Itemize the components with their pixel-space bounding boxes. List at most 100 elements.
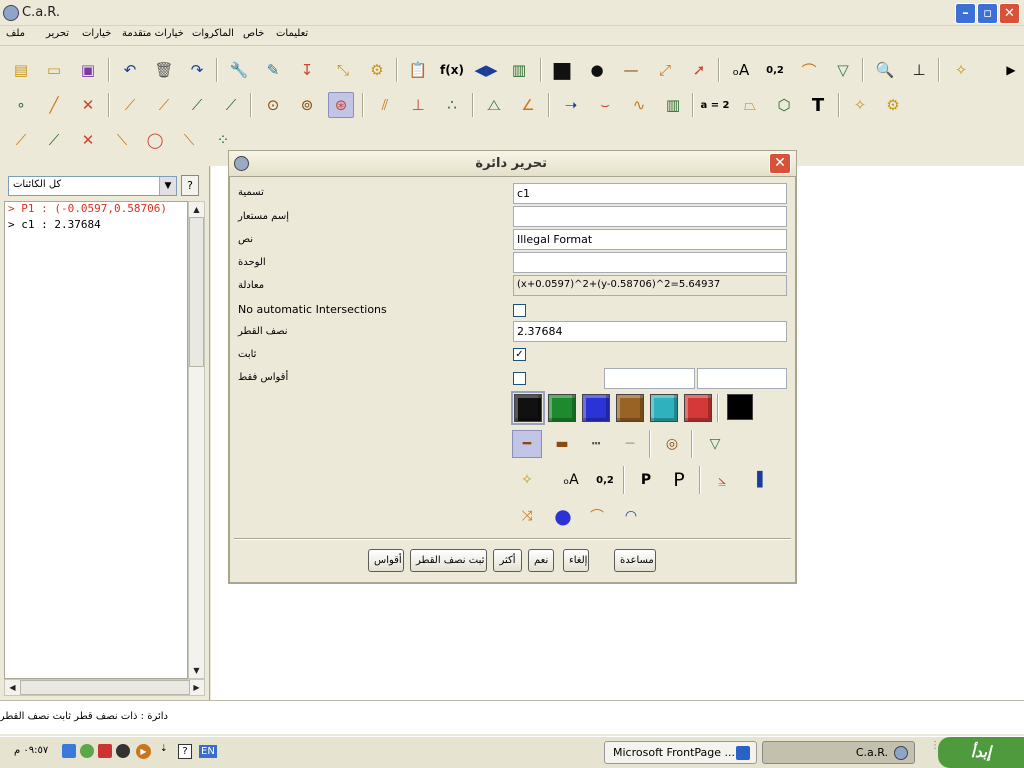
bar-icon[interactable]: ▐ (742, 466, 772, 494)
perpendicular-icon[interactable]: ⊥ (405, 92, 431, 118)
text-tool-icon[interactable]: T (805, 92, 831, 118)
line-normal-icon[interactable]: ━ (512, 430, 542, 458)
scroll-thumb[interactable] (20, 680, 190, 695)
maximize-button[interactable]: ▫ (977, 3, 998, 24)
show-value-icon[interactable]: 0,2 (590, 466, 620, 494)
sort-icon[interactable]: ↧ (294, 57, 320, 83)
menu-help[interactable]: تعليمات (276, 28, 308, 39)
chevron-down-icon[interactable]: ▼ (159, 177, 176, 195)
ray-icon[interactable]: ➚ (686, 57, 712, 83)
color-swatch-brown[interactable] (616, 394, 644, 422)
zoom-icon[interactable]: 🔍 (872, 57, 898, 83)
delete-icon[interactable]: 🗑 (151, 57, 177, 83)
point-icon[interactable]: ● (584, 57, 610, 83)
half-circle-icon[interactable]: ◠ (616, 502, 646, 530)
arc-icon[interactable]: ⌒ (796, 57, 822, 83)
hide-icon[interactable]: ▽ (700, 430, 730, 458)
vector-icon[interactable]: ➝ (558, 92, 584, 118)
color-swatch-blue[interactable] (582, 394, 610, 422)
show-label-icon[interactable]: ₒA (556, 466, 586, 494)
move-icon[interactable]: ⤡ (330, 57, 356, 83)
curve-icon[interactable]: ⌣ (592, 92, 618, 118)
fixed-circle-icon[interactable]: ⊛ (328, 92, 354, 118)
arcs-only-checkbox[interactable] (513, 372, 526, 385)
value-icon[interactable]: 0,2 (762, 57, 788, 83)
name-field[interactable]: c1 (513, 183, 787, 204)
film-icon[interactable]: ▥ (506, 57, 532, 83)
lang-bar-arrow-icon[interactable]: ⇣ (160, 744, 170, 760)
ok-button[interactable]: نعم (528, 549, 554, 572)
menu-options[interactable]: خيارات (82, 28, 111, 39)
gear-icon[interactable]: ⚙ (880, 92, 906, 118)
shield-icon[interactable] (98, 744, 112, 758)
black-square-icon[interactable]: ■ (549, 57, 575, 83)
locus-icon[interactable]: ∿ (626, 92, 652, 118)
circle-tool-icon[interactable]: ⊙ (260, 92, 286, 118)
cross-lines-icon[interactable]: ✕ (75, 127, 101, 153)
tangent-icon[interactable]: ⟍ (176, 127, 202, 153)
wand-option-icon[interactable]: ✧ (512, 466, 542, 494)
minimize-button[interactable]: – (955, 3, 976, 24)
triangle-icon[interactable]: ▽ (830, 57, 856, 83)
area-icon[interactable]: ⏢ (737, 92, 763, 118)
large-font-icon[interactable]: P (664, 466, 694, 494)
scroll-thumb[interactable] (189, 217, 204, 367)
security-icon[interactable] (80, 744, 94, 758)
dialog-close-button[interactable]: ✕ (769, 153, 791, 174)
scroll-down-icon[interactable]: ▼ (189, 663, 204, 678)
color-swatch-black[interactable] (511, 391, 545, 425)
arc-end-field[interactable] (697, 368, 787, 389)
filled-circle-icon[interactable]: ● (548, 502, 578, 530)
fix-radius-button[interactable]: ثبت نصف القطر (410, 549, 487, 572)
partial-arc-icon[interactable]: ⌒ (582, 502, 612, 530)
start-button[interactable]: إبدأ (938, 737, 1024, 768)
paint-icon[interactable]: ✎ (260, 57, 286, 83)
new-file-icon[interactable]: ▤ (8, 57, 34, 83)
animation-icon[interactable]: ▥ (660, 92, 686, 118)
intersection-icon[interactable]: ✕ (75, 92, 101, 118)
globe-icon[interactable] (116, 744, 130, 758)
redo-icon[interactable]: ↷ (184, 57, 210, 83)
function-icon[interactable]: f(x) (439, 57, 465, 83)
line-thin-icon[interactable]: ─ (615, 430, 645, 458)
reflect-line-icon[interactable]: ⟋ (8, 127, 34, 153)
help-tray-icon[interactable]: ? (178, 744, 192, 759)
obtuse-icon[interactable]: ⦥ (707, 466, 737, 494)
object-filter-select[interactable]: كل الكائنات (8, 176, 177, 196)
expand-tray-icon[interactable]: ▶ (136, 744, 151, 759)
polygon-icon[interactable]: ⧍ (481, 92, 507, 118)
circle-center-icon[interactable]: ◯ (142, 127, 168, 153)
segment-icon[interactable]: ⤢ (652, 57, 678, 83)
menu-file[interactable]: ملف (6, 28, 25, 39)
unit-field[interactable] (513, 252, 787, 273)
scroll-left-icon[interactable]: ◀ (5, 680, 20, 695)
wrench-icon[interactable]: 🔧 (226, 57, 252, 83)
network-icon[interactable] (62, 744, 76, 758)
reflect-icon[interactable]: ◀▶ (473, 57, 499, 83)
bisector-icon[interactable]: ⟍ (109, 127, 135, 153)
scroll-right-icon[interactable]: ▶ (189, 680, 204, 695)
menu-advanced[interactable]: خيارات متقدمة (122, 28, 184, 39)
clipboard-icon[interactable]: 📋 (405, 57, 431, 83)
arcs-button[interactable]: أقواس (368, 549, 404, 572)
axes-icon[interactable]: ⊥ (906, 57, 932, 83)
list-item[interactable]: > c1 : 2.37684 (5, 218, 187, 234)
color-swatch-red[interactable] (684, 394, 712, 422)
help-button[interactable]: ? (181, 175, 199, 196)
magic-wand-icon[interactable]: ✧ (948, 57, 974, 83)
line-tool-icon[interactable]: ╱ (41, 92, 67, 118)
reflect-point-icon[interactable]: ⟋ (41, 127, 67, 153)
more-tools-arrow-icon[interactable]: ▶ (1002, 57, 1020, 83)
ray-two-points-icon[interactable]: ⟋ (151, 92, 177, 118)
menu-macros[interactable]: الماكروات (192, 28, 234, 39)
circle-three-points-icon[interactable]: ⊚ (294, 92, 320, 118)
scroll-up-icon[interactable]: ▲ (189, 202, 204, 217)
small-font-icon[interactable]: P (631, 466, 661, 494)
line-two-points-icon[interactable]: ⟋ (117, 92, 143, 118)
segment-tool-icon[interactable]: ⟋ (184, 92, 210, 118)
line-icon[interactable]: — (618, 57, 644, 83)
undo-icon[interactable]: ↶ (117, 57, 143, 83)
point-tool-icon[interactable]: ∘ (8, 92, 34, 118)
fixed-checkbox[interactable]: ✓ (513, 348, 526, 361)
menu-edit[interactable]: تحرير (46, 28, 69, 39)
